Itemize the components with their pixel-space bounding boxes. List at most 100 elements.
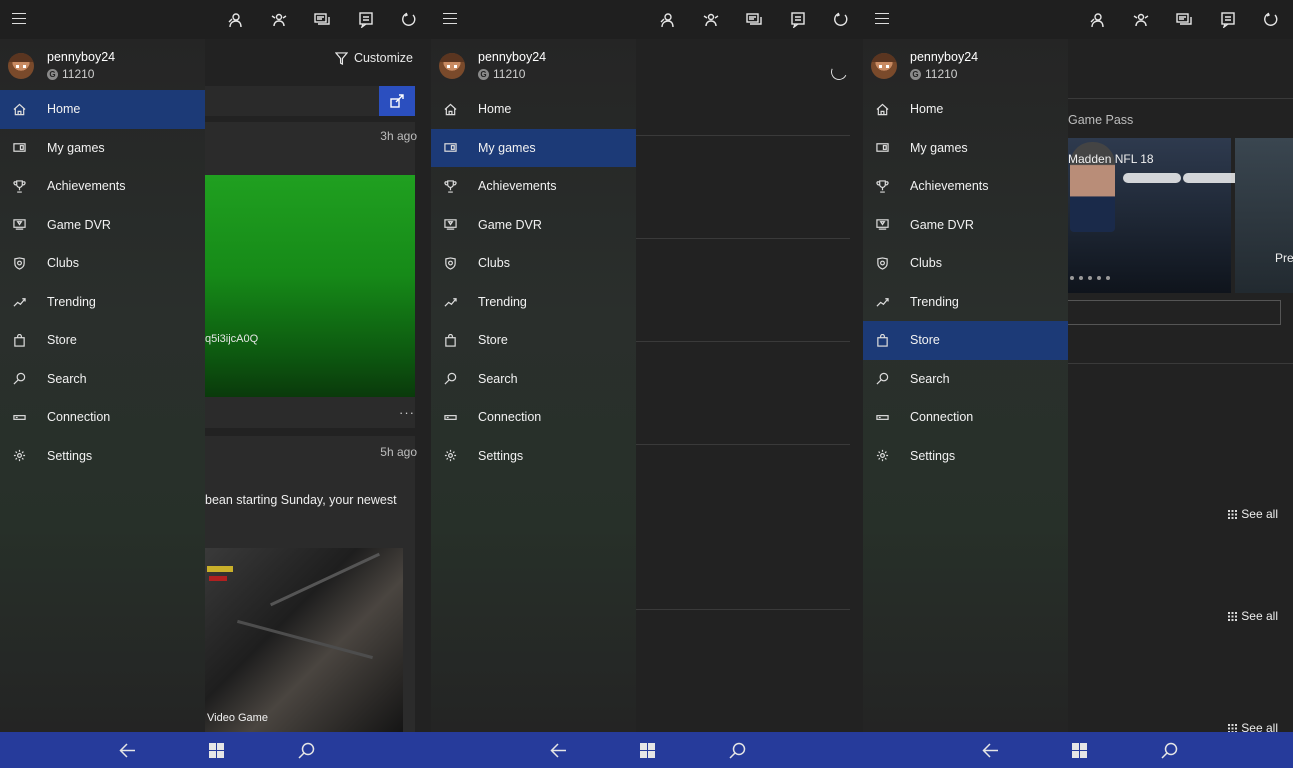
nav-item-settings[interactable]: Settings <box>0 437 205 476</box>
post-image[interactable] <box>205 175 415 397</box>
nav-item-clubs[interactable]: Clubs <box>431 244 636 283</box>
nav-item-settings[interactable]: Settings <box>863 437 1068 476</box>
clubs-shield-icon <box>443 256 457 270</box>
search-input[interactable] <box>1068 300 1281 325</box>
friends-icon[interactable] <box>1076 0 1120 39</box>
nav-item-my-games[interactable]: My games <box>431 128 636 167</box>
nav-item-my-games[interactable]: My games <box>863 129 1068 168</box>
nav-item-home[interactable]: Home <box>0 90 205 129</box>
messages-icon[interactable] <box>301 0 345 39</box>
search-icon[interactable] <box>1159 740 1179 760</box>
nav-item-achievements[interactable]: Achievements <box>863 167 1068 206</box>
nav-item-home[interactable]: Home <box>431 90 636 129</box>
nav-item-clubs[interactable]: Clubs <box>863 244 1068 283</box>
see-all-button[interactable]: See all <box>1228 721 1278 732</box>
messages-icon[interactable] <box>1163 0 1207 39</box>
windows-logo-icon[interactable] <box>206 740 226 760</box>
see-all-button[interactable]: See all <box>1228 507 1278 521</box>
see-all-button[interactable]: See all <box>1228 609 1278 623</box>
trending-icon <box>875 295 889 309</box>
back-arrow-icon[interactable] <box>117 740 137 760</box>
carousel-dots[interactable] <box>1070 276 1110 280</box>
friends-icon[interactable] <box>646 0 690 39</box>
nav-item-trending[interactable]: Trending <box>0 283 205 322</box>
nav-drawer: pennyboy24 G 11210 Home My games Achievemen… <box>431 39 636 732</box>
nav-item-home[interactable]: Home <box>863 90 1068 129</box>
nav-item-game-dvr[interactable]: Game DVR <box>863 206 1068 245</box>
nav-item-connection[interactable]: Connection <box>0 398 205 437</box>
profile-header[interactable]: pennyboy24 G 11210 <box>863 39 1068 90</box>
see-all-label: See all <box>1241 609 1278 623</box>
gamerscore-value: 11210 <box>62 67 95 81</box>
nav-item-label: Store <box>478 333 508 348</box>
party-icon[interactable] <box>1119 0 1163 39</box>
post-timestamp: 5h ago <box>380 445 417 459</box>
see-all-label: See all <box>1241 507 1278 521</box>
system-taskbar <box>431 732 863 768</box>
top-bar-icons <box>646 0 864 39</box>
nav-list: Home My games Achievements Game DVR Clubs Tre… <box>431 90 636 475</box>
nav-item-settings[interactable]: Settings <box>431 437 636 476</box>
hamburger-menu-icon[interactable] <box>12 13 26 24</box>
back-arrow-icon[interactable] <box>980 740 1000 760</box>
game-tile[interactable]: Pre- <box>1235 138 1293 293</box>
hamburger-menu-icon[interactable] <box>875 13 889 24</box>
nav-item-search[interactable]: Search <box>431 360 636 399</box>
more-options-button[interactable]: ··· <box>399 405 415 420</box>
activity-feed-icon[interactable] <box>1206 0 1250 39</box>
search-icon[interactable] <box>727 740 747 760</box>
activity-feed-icon[interactable] <box>344 0 388 39</box>
home-icon <box>12 102 26 116</box>
search-icon[interactable] <box>296 740 316 760</box>
nav-item-label: Trending <box>478 294 527 309</box>
profile-header[interactable]: pennyboy24 G 11210 <box>431 39 636 90</box>
profile-header[interactable]: pennyboy24 G 11210 <box>0 39 205 90</box>
nav-item-achievements[interactable]: Achievements <box>431 167 636 206</box>
refresh-icon[interactable] <box>820 0 864 39</box>
messages-icon[interactable] <box>733 0 777 39</box>
post-link-text: q5i3ijcA0Q <box>205 333 259 345</box>
friends-icon[interactable] <box>214 0 258 39</box>
trending-icon <box>12 295 26 309</box>
game-screenshot[interactable] <box>205 548 403 732</box>
nav-item-label: Search <box>910 371 950 386</box>
nav-item-trending[interactable]: Trending <box>863 283 1068 322</box>
nav-item-label: Achievements <box>47 179 126 194</box>
post-text: bean starting Sunday, your newest <box>205 493 397 507</box>
nav-item-clubs[interactable]: Clubs <box>0 244 205 283</box>
nav-item-label: Game DVR <box>910 217 974 232</box>
nav-item-trending[interactable]: Trending <box>431 283 636 322</box>
share-button[interactable] <box>379 86 415 116</box>
refresh-icon[interactable] <box>1250 0 1293 39</box>
nav-item-game-dvr[interactable]: Game DVR <box>431 206 636 245</box>
nav-item-store[interactable]: Store <box>431 321 636 360</box>
nav-item-store[interactable]: Store <box>863 321 1068 360</box>
divider <box>636 341 850 342</box>
gamertag: pennyboy24 <box>478 50 547 64</box>
top-bar-icons <box>214 0 432 39</box>
party-icon[interactable] <box>689 0 733 39</box>
nav-item-achievements[interactable]: Achievements <box>0 167 205 206</box>
nav-item-connection[interactable]: Connection <box>863 398 1068 437</box>
divider <box>1068 98 1293 99</box>
hamburger-menu-icon[interactable] <box>443 13 457 24</box>
nav-item-connection[interactable]: Connection <box>431 398 636 437</box>
nav-item-label: My games <box>47 140 105 155</box>
nav-item-game-dvr[interactable]: Game DVR <box>0 206 205 245</box>
settings-gear-icon <box>12 449 26 463</box>
windows-logo-icon[interactable] <box>1069 740 1089 760</box>
party-icon[interactable] <box>257 0 301 39</box>
nav-item-search[interactable]: Search <box>863 360 1068 399</box>
panel-store: Game Pass Madden NFL 18 Pre- See all See… <box>863 0 1293 732</box>
activity-feed-icon[interactable] <box>776 0 820 39</box>
refresh-icon[interactable] <box>388 0 432 39</box>
nav-item-search[interactable]: Search <box>0 360 205 399</box>
search-icon <box>443 372 457 386</box>
share-icon <box>390 94 404 108</box>
back-arrow-icon[interactable] <box>548 740 568 760</box>
windows-logo-icon[interactable] <box>637 740 657 760</box>
nav-item-my-games[interactable]: My games <box>0 129 205 168</box>
nav-item-store[interactable]: Store <box>0 321 205 360</box>
filter-icon <box>334 51 348 65</box>
customize-button[interactable]: Customize <box>334 51 413 65</box>
